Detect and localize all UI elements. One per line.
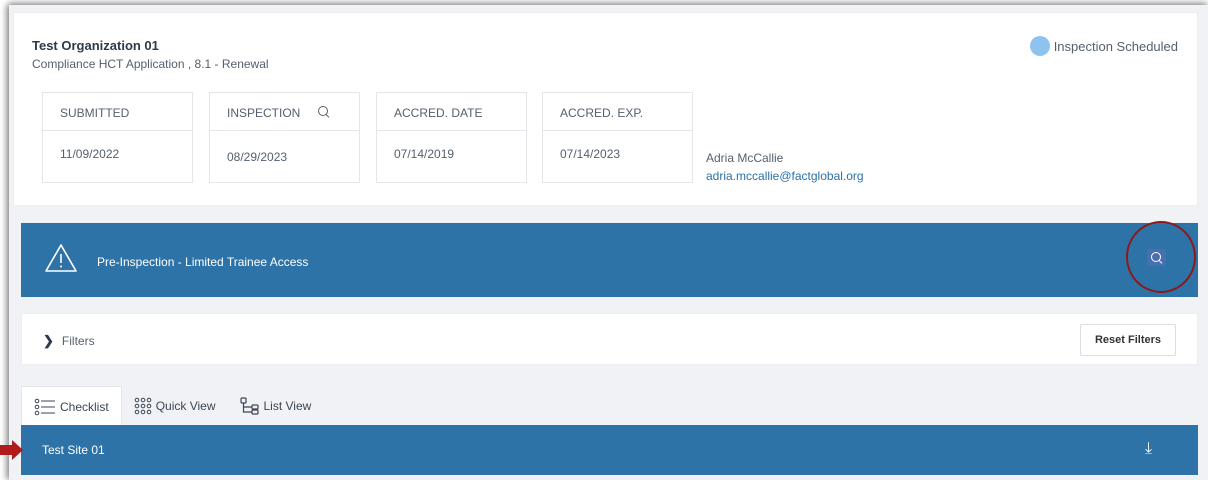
view-tabs: Checklist Quick View List View bbox=[21, 384, 323, 426]
warning-icon bbox=[45, 244, 77, 272]
contact-info: Adria McCallie adria.mccallie@factglobal… bbox=[706, 149, 864, 185]
site-header-bar[interactable]: Test Site 01 ⤓ bbox=[21, 425, 1198, 475]
reset-filters-button[interactable]: Reset Filters bbox=[1080, 324, 1176, 356]
tab-label: Checklist bbox=[60, 399, 109, 414]
date-box-submitted: SUBMITTED 11/09/2022 bbox=[42, 92, 193, 183]
date-box-inspection: INSPECTION 08/29/2023 bbox=[209, 92, 360, 183]
tab-checklist[interactable]: Checklist bbox=[21, 386, 122, 426]
tab-list-view[interactable]: List View bbox=[228, 386, 324, 426]
date-label: SUBMITTED bbox=[60, 106, 130, 120]
organization-name: Test Organization 01 bbox=[32, 38, 159, 53]
download-icon[interactable]: ⤓ bbox=[1145, 440, 1152, 458]
contact-email-link[interactable]: adria.mccallie@factglobal.org bbox=[706, 167, 864, 185]
date-box-accred-exp: ACCRED. EXP. 07/14/2023 bbox=[542, 92, 693, 183]
grid-icon bbox=[134, 397, 151, 415]
status-dot-icon bbox=[1029, 36, 1050, 56]
date-label: INSPECTION bbox=[227, 106, 301, 120]
contact-name: Adria McCallie bbox=[706, 151, 784, 165]
site-name: Test Site 01 bbox=[42, 443, 105, 457]
tab-quick-view[interactable]: Quick View bbox=[122, 386, 228, 426]
filters-panel: ❯ Filters Reset Filters bbox=[21, 313, 1198, 365]
date-label: ACCRED. DATE bbox=[394, 106, 483, 120]
search-icon[interactable] bbox=[318, 106, 330, 118]
tab-label: Quick View bbox=[155, 399, 216, 413]
chevron-right-icon: ❯ bbox=[43, 333, 54, 348]
date-label: ACCRED. EXP. bbox=[560, 106, 644, 120]
pre-inspection-banner: Pre-Inspection - Limited Trainee Access bbox=[21, 223, 1198, 297]
date-value: 08/29/2023 bbox=[227, 150, 288, 164]
status-label: Inspection Scheduled bbox=[1053, 38, 1178, 54]
banner-text: Pre-Inspection - Limited Trainee Access bbox=[97, 255, 309, 269]
tree-icon bbox=[239, 397, 259, 415]
application-name: Compliance HCT Application , 8.1 - Renew… bbox=[32, 57, 269, 71]
tab-label: List View bbox=[263, 399, 312, 413]
date-value: 11/09/2022 bbox=[60, 147, 120, 161]
highlight-circle bbox=[1126, 221, 1196, 293]
annotation-arrow-icon bbox=[0, 440, 23, 460]
date-value: 07/14/2023 bbox=[560, 147, 621, 161]
filters-toggle[interactable]: ❯ Filters bbox=[43, 333, 95, 349]
date-value: 07/14/2019 bbox=[394, 147, 455, 161]
status-indicator: Inspection Scheduled bbox=[1029, 36, 1178, 56]
date-box-accred-date: ACCRED. DATE 07/14/2019 bbox=[376, 92, 527, 183]
filters-label: Filters bbox=[61, 334, 95, 348]
checklist-icon bbox=[34, 398, 55, 415]
